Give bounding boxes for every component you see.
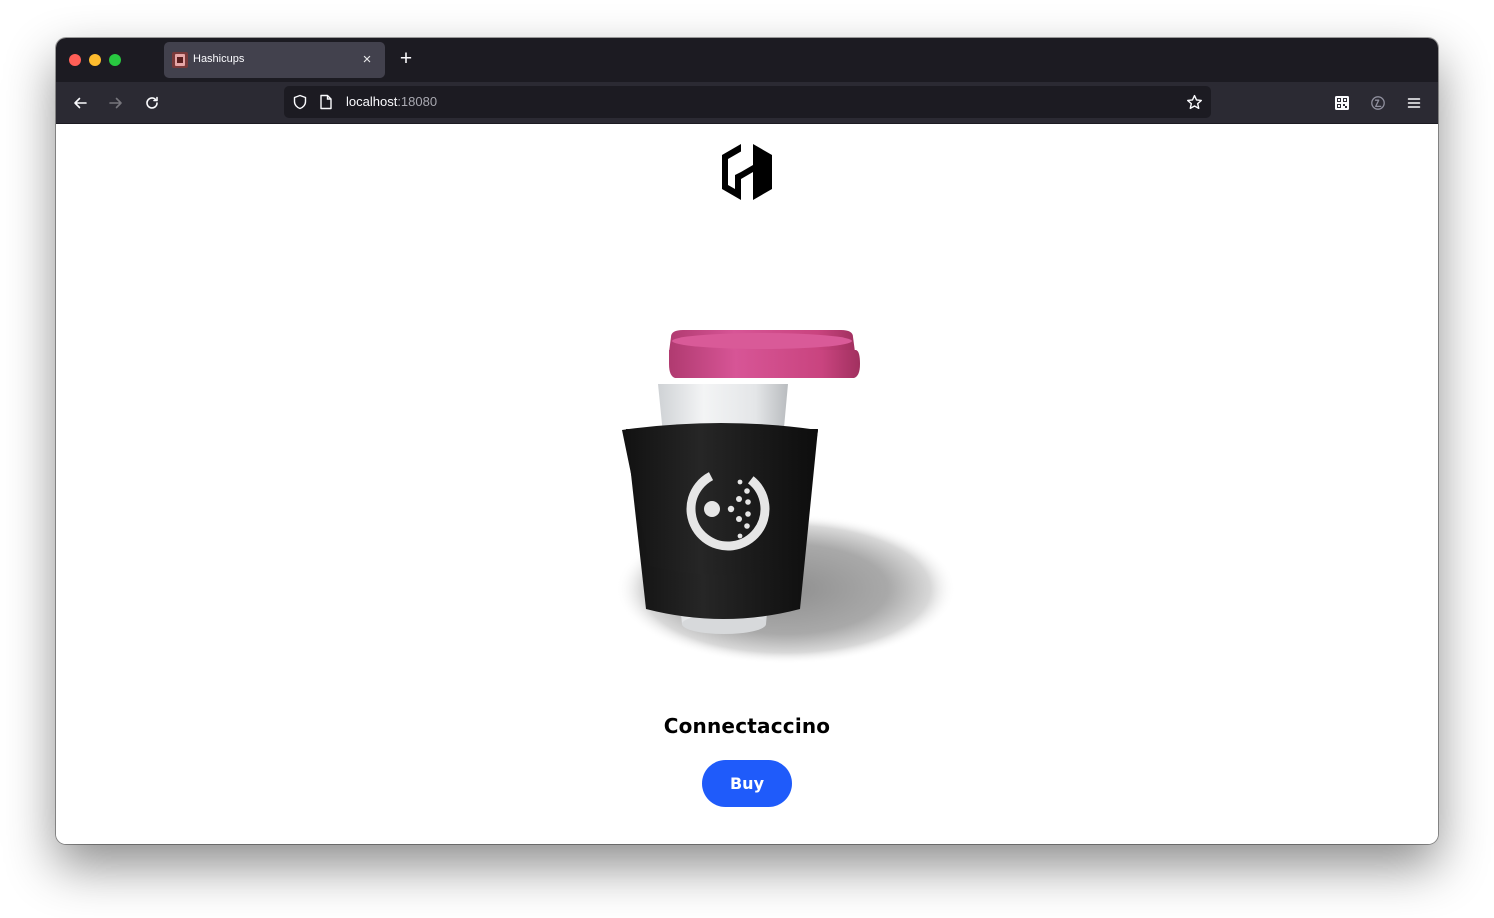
- hamburger-menu-icon[interactable]: [1400, 90, 1428, 116]
- star-icon[interactable]: [1183, 91, 1205, 113]
- browser-window: Hashicups × + localhost:18080 Connectacc…: [56, 38, 1438, 844]
- hashicorp-logo-icon[interactable]: [722, 144, 772, 200]
- tab-title: Hashicups: [193, 53, 245, 65]
- close-tab-icon[interactable]: ×: [357, 50, 377, 70]
- extension-icon[interactable]: [1364, 90, 1392, 116]
- coffee-cup-image: [526, 284, 966, 664]
- buy-button[interactable]: Buy: [702, 760, 792, 807]
- url-host: localhost: [346, 94, 398, 109]
- shield-icon[interactable]: [290, 92, 310, 112]
- maximize-window-button[interactable]: [109, 54, 121, 66]
- tab-hashicups[interactable]: Hashicups ×: [164, 42, 385, 78]
- address-bar[interactable]: localhost:18080: [284, 86, 1211, 118]
- url-text[interactable]: localhost:18080: [346, 94, 437, 109]
- favicon-icon: [172, 52, 188, 68]
- minimize-window-button[interactable]: [89, 54, 101, 66]
- product-name: Connectaccino: [663, 714, 831, 738]
- new-tab-button[interactable]: +: [395, 48, 417, 71]
- close-window-button[interactable]: [69, 54, 81, 66]
- page-icon[interactable]: [317, 92, 335, 112]
- reload-icon[interactable]: [138, 90, 166, 116]
- url-port: :18080: [397, 94, 438, 109]
- qr-code-icon[interactable]: [1328, 90, 1356, 116]
- page-content: Connectaccino Buy: [56, 123, 1438, 844]
- tab-bar: Hashicups × +: [56, 38, 1438, 82]
- back-arrow-icon[interactable]: [66, 90, 94, 116]
- forward-arrow-icon[interactable]: [102, 90, 130, 116]
- navigation-bar: localhost:18080: [56, 82, 1438, 123]
